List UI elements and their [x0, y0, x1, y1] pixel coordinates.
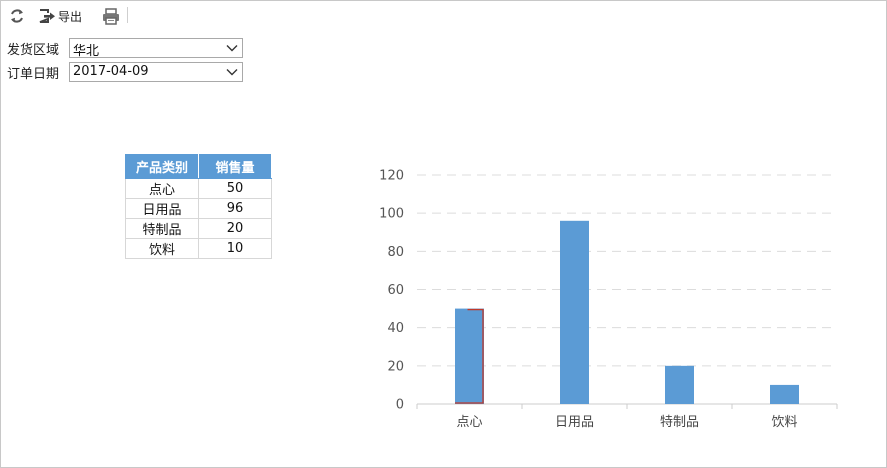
- refresh-button[interactable]: [9, 5, 25, 27]
- cell-category: 特制品: [125, 218, 199, 239]
- report-viewer: 导出 发货区域 华北 订单日期 2017-04-09 产品类别 销售量 点心 5…: [0, 0, 887, 468]
- y-tick-label: 120: [379, 169, 404, 184]
- header-category: 产品类别: [125, 153, 199, 179]
- toolbar-separator: [127, 7, 128, 23]
- bar: [665, 365, 694, 404]
- export-label: 导出: [58, 9, 83, 24]
- export-button[interactable]: 导出: [38, 5, 82, 27]
- table-header-row: 产品类别 销售量: [125, 153, 272, 179]
- region-select[interactable]: 华北: [69, 38, 243, 59]
- cell-category: 饮料: [125, 238, 199, 259]
- printer-icon: [103, 7, 119, 25]
- cell-quantity: 10: [198, 238, 272, 259]
- y-tick-label: 40: [387, 321, 404, 336]
- param-order-date-label: 订单日期: [7, 66, 60, 82]
- y-tick-label: 0: [396, 398, 404, 413]
- table-row: 点心 50: [125, 178, 272, 199]
- cell-quantity: 96: [198, 198, 272, 219]
- order-date-select[interactable]: 2017-04-09: [69, 62, 243, 82]
- y-tick-label: 60: [387, 283, 404, 298]
- order-date-select-value: 2017-04-09: [73, 64, 149, 79]
- print-button[interactable]: [102, 5, 120, 27]
- cell-category: 日用品: [125, 198, 199, 219]
- toolbar: 导出: [1, 1, 886, 31]
- export-icon: [39, 9, 55, 23]
- chevron-down-icon: [226, 45, 238, 52]
- bar: [770, 384, 799, 404]
- cell-quantity: 20: [198, 218, 272, 239]
- region-select-value: 华北: [73, 44, 100, 59]
- y-tick-label: 20: [387, 359, 404, 374]
- sales-bar-chart: 0 20 40 60 80 100 120 点心 日用品 特制品 饮料: [379, 169, 838, 430]
- x-tick-label: 饮料: [771, 415, 797, 430]
- cell-quantity: 50: [198, 178, 272, 199]
- param-region: 发货区域 华北: [7, 38, 243, 59]
- refresh-icon: [11, 9, 23, 23]
- sales-table: 产品类别 销售量 点心 50 日用品 96 特制品 20 饮料 10: [125, 153, 272, 259]
- table-row: 饮料 10: [125, 238, 272, 259]
- y-tick-label: 80: [387, 245, 404, 260]
- y-tick-label: 100: [379, 207, 404, 222]
- cell-category: 点心: [125, 178, 199, 199]
- param-order-date: 订单日期 2017-04-09: [7, 62, 243, 82]
- header-quantity: 销售量: [198, 153, 272, 179]
- x-tick-label: 点心: [456, 415, 482, 430]
- x-tick-label: 日用品: [555, 415, 594, 430]
- param-region-label: 发货区域: [7, 42, 60, 58]
- x-tick-label: 特制品: [660, 415, 699, 430]
- bar: [560, 220, 589, 404]
- table-row: 特制品 20: [125, 218, 272, 239]
- chevron-down-icon: [226, 69, 238, 76]
- bar: [455, 308, 484, 404]
- table-row: 日用品 96: [125, 198, 272, 219]
